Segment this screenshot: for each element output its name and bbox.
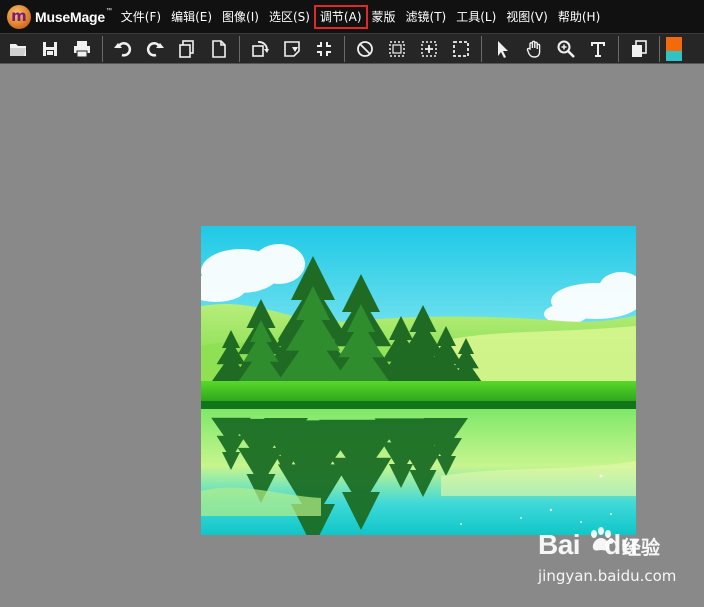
menu-file[interactable]: 文件(F) — [116, 6, 166, 28]
landscape-image — [201, 226, 636, 535]
image-document[interactable] — [201, 226, 636, 535]
print-icon — [74, 40, 90, 57]
undo-icon — [114, 41, 132, 57]
select-dashed-icon — [453, 40, 469, 57]
menu-select[interactable]: 选区(S) — [264, 6, 315, 28]
copy-tool-button[interactable] — [171, 35, 203, 63]
redo-tool-button[interactable] — [139, 35, 171, 63]
new-document-icon — [212, 39, 226, 58]
app-logo-icon: m — [7, 4, 31, 29]
hand-tool-button[interactable] — [518, 35, 550, 63]
toolbar-separator — [102, 35, 103, 62]
toolbar-separator — [618, 35, 619, 62]
menu-mask[interactable]: 蒙版 — [367, 6, 401, 28]
flip-icon — [284, 40, 300, 57]
flip-tool-button[interactable] — [276, 35, 308, 63]
text-tool-button[interactable] — [582, 35, 614, 63]
color-swatch[interactable] — [666, 36, 682, 61]
layers-tool-button[interactable] — [623, 35, 655, 63]
menu-view[interactable]: 视图(V) — [501, 6, 553, 28]
zoom-tool-button[interactable] — [550, 35, 582, 63]
select-center-tool-button[interactable] — [413, 35, 445, 63]
toolbar-separator — [481, 35, 482, 62]
app-name: MuseMage™ — [35, 7, 112, 25]
pointer-tool-button[interactable] — [486, 35, 518, 63]
open-folder-icon — [10, 43, 26, 56]
menu-bar: m MuseMage™ 文件(F) 编辑(E) 图像(I) 选区(S) 调节(A) 蒙版滤… — [0, 0, 704, 33]
foreground-color-swatch[interactable] — [666, 36, 682, 51]
toolbar-separator — [659, 35, 660, 62]
select-dashed-tool-button[interactable] — [445, 35, 477, 63]
baidu-paw-icon — [591, 527, 614, 551]
save-icon — [43, 41, 57, 56]
toolbar-separator — [239, 35, 240, 62]
save-tool-button[interactable] — [34, 35, 66, 63]
background-color-swatch[interactable] — [666, 50, 682, 61]
rotate-icon — [252, 40, 269, 57]
baidu-jingyan-watermark: Bai du 经验 jingyan.baidu.com — [536, 527, 676, 589]
watermark-url: jingyan.baidu.com — [538, 567, 677, 585]
select-rect-tool-button[interactable] — [381, 35, 413, 63]
menu-items: 文件(F) 编辑(E) 图像(I) 选区(S) 调节(A) 蒙版 滤镜(T) 工具(L) 视图(… — [116, 4, 605, 29]
toolbar — [0, 33, 704, 64]
text-icon — [591, 41, 605, 57]
menu-edit[interactable]: 编辑(E) — [166, 6, 217, 28]
canvas-area[interactable]: Bai du 经验 jingyan.baidu.com — [0, 64, 704, 607]
menu-adjust[interactable]: 调节(A) — [313, 4, 368, 29]
deselect-tool-button[interactable] — [349, 35, 381, 63]
menu-help[interactable]: 帮助(H) — [553, 6, 605, 28]
pointer-icon — [498, 40, 508, 58]
hand-icon — [526, 40, 541, 58]
toolbar-separator — [344, 35, 345, 62]
print-tool-button[interactable] — [66, 35, 98, 63]
open-folder-tool-button[interactable] — [2, 35, 34, 63]
rotate-tool-button[interactable] — [244, 35, 276, 63]
select-center-icon — [421, 40, 437, 57]
select-rect-icon — [389, 40, 405, 57]
menu-filter[interactable]: 滤镜(T) — [401, 6, 452, 28]
watermark-cn: 经验 — [622, 537, 661, 559]
undo-tool-button[interactable] — [107, 35, 139, 63]
redo-icon — [146, 41, 164, 57]
menu-tools[interactable]: 工具(L) — [451, 6, 501, 28]
copy-icon — [179, 39, 194, 58]
new-document-tool-button[interactable] — [203, 35, 235, 63]
layers-icon — [632, 39, 647, 57]
crop-shrink-icon — [317, 41, 331, 56]
menu-image[interactable]: 图像(I) — [217, 6, 264, 28]
app-logo: m MuseMage™ — [0, 0, 112, 33]
zoom-icon — [557, 40, 575, 58]
deselect-icon — [357, 40, 373, 57]
crop-shrink-tool-button[interactable] — [308, 35, 340, 63]
